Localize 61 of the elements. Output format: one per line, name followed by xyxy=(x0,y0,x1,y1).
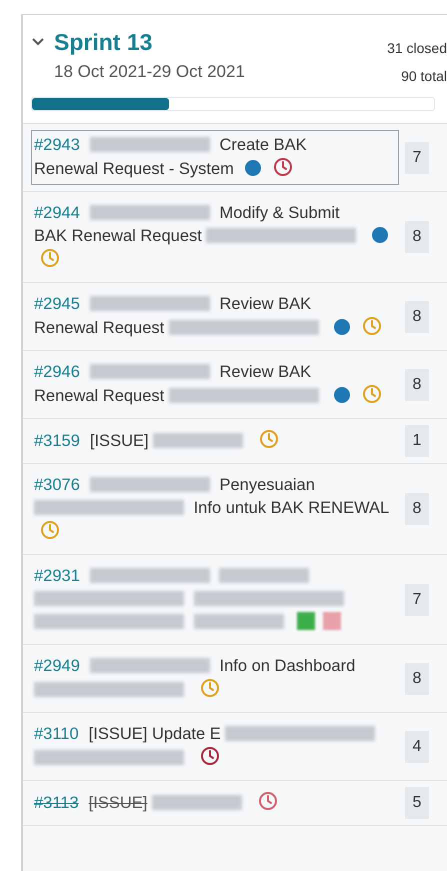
story-points: 5 xyxy=(405,787,429,819)
task-title: Renewal Request xyxy=(34,387,164,405)
task-item[interactable]: #3110 [ISSUE] Update E xyxy=(31,719,399,774)
task-item[interactable]: #2944 Modify & Submit BAK Renewal Request xyxy=(31,198,399,276)
task-row[interactable]: #2943 Create BAK Renewal Request - System 7 xyxy=(23,124,447,192)
sprint-dates: 18 Oct 2021-29 Oct 2021 xyxy=(53,61,245,83)
chevron-down-icon[interactable] xyxy=(31,37,45,47)
task-item[interactable]: #3159 [ISSUE] xyxy=(31,425,399,457)
task-id[interactable]: #3113 xyxy=(34,794,79,812)
task-item[interactable]: #2931 xyxy=(31,561,399,638)
task-item[interactable]: #2946 Review BAK Renewal Request xyxy=(31,357,399,412)
task-row[interactable]: #2944 Modify & Submit BAK Renewal Request 8 xyxy=(23,192,447,283)
task-id[interactable]: #3110 xyxy=(34,725,79,743)
story-points: 8 xyxy=(405,368,429,400)
task-row[interactable]: #2946 Review BAK Renewal Request 8 xyxy=(23,351,447,419)
task-title: Dashboard xyxy=(274,657,356,675)
story-points: 8 xyxy=(405,221,429,253)
task-id[interactable]: #3076 xyxy=(34,476,80,494)
task-title: [ISSUE] xyxy=(88,725,148,743)
task-item[interactable]: #3076 Penyesuaian Info untuk BAK RENEWAL xyxy=(31,470,399,548)
story-points: 7 xyxy=(405,142,429,174)
task-item[interactable]: #2949 Info on Dashboard xyxy=(31,651,399,706)
task-id[interactable]: #2944 xyxy=(34,204,80,222)
task-item[interactable]: #2943 Create BAK Renewal Request - System xyxy=(31,130,399,185)
task-title: BAK Renewal Request xyxy=(34,227,202,245)
task-row[interactable]: #3076 Penyesuaian Info untuk BAK RENEWAL 8 xyxy=(23,464,447,555)
story-points: 4 xyxy=(405,730,429,762)
task-title: Create BAK xyxy=(219,136,307,154)
story-points: 7 xyxy=(405,584,429,616)
task-row[interactable]: #2945 Review BAK Renewal Request 8 xyxy=(23,283,447,351)
task-id[interactable]: #2945 xyxy=(34,295,80,313)
task-title: Update E xyxy=(152,725,221,743)
story-points: 8 xyxy=(405,493,429,525)
task-row[interactable]: #3110 [ISSUE] Update E 4 xyxy=(23,713,447,781)
task-row[interactable]: #3113 [ISSUE] 5 xyxy=(23,781,447,826)
total-count: 90 total xyxy=(401,67,447,86)
task-row[interactable]: #3159 [ISSUE] 1 xyxy=(23,419,447,464)
task-row[interactable]: #2949 Info on Dashboard 8 xyxy=(23,645,447,713)
task-title: [ISSUE] xyxy=(90,432,149,450)
task-item[interactable]: #3113 [ISSUE] xyxy=(31,787,399,819)
task-row[interactable]: #2931 7 xyxy=(23,555,447,645)
task-title: [ISSUE] xyxy=(88,794,148,812)
task-id[interactable]: #2931 xyxy=(34,567,80,585)
task-item[interactable]: #2945 Review BAK Renewal Request xyxy=(31,289,399,344)
story-points: 1 xyxy=(405,425,429,457)
task-title: Review BAK xyxy=(219,363,312,381)
task-id[interactable]: #2946 xyxy=(34,363,80,381)
closed-count: 31 closed xyxy=(387,39,447,58)
task-title: Info untuk BAK RENEWAL xyxy=(194,499,389,517)
task-title: Info on xyxy=(219,657,270,675)
task-id[interactable]: #2949 xyxy=(34,657,80,675)
task-id[interactable]: #2943 xyxy=(34,136,80,154)
story-points: 8 xyxy=(405,662,429,694)
task-title: Renewal Request xyxy=(34,319,164,337)
sprint-title: Sprint 13 xyxy=(54,28,152,57)
task-title: Modify & Submit xyxy=(219,204,340,222)
task-id[interactable]: #3159 xyxy=(34,432,80,450)
task-title: Penyesuaian xyxy=(219,476,315,494)
story-points: 8 xyxy=(405,300,429,332)
task-title: Review BAK xyxy=(219,295,312,313)
task-title: Renewal Request - System xyxy=(34,160,234,178)
